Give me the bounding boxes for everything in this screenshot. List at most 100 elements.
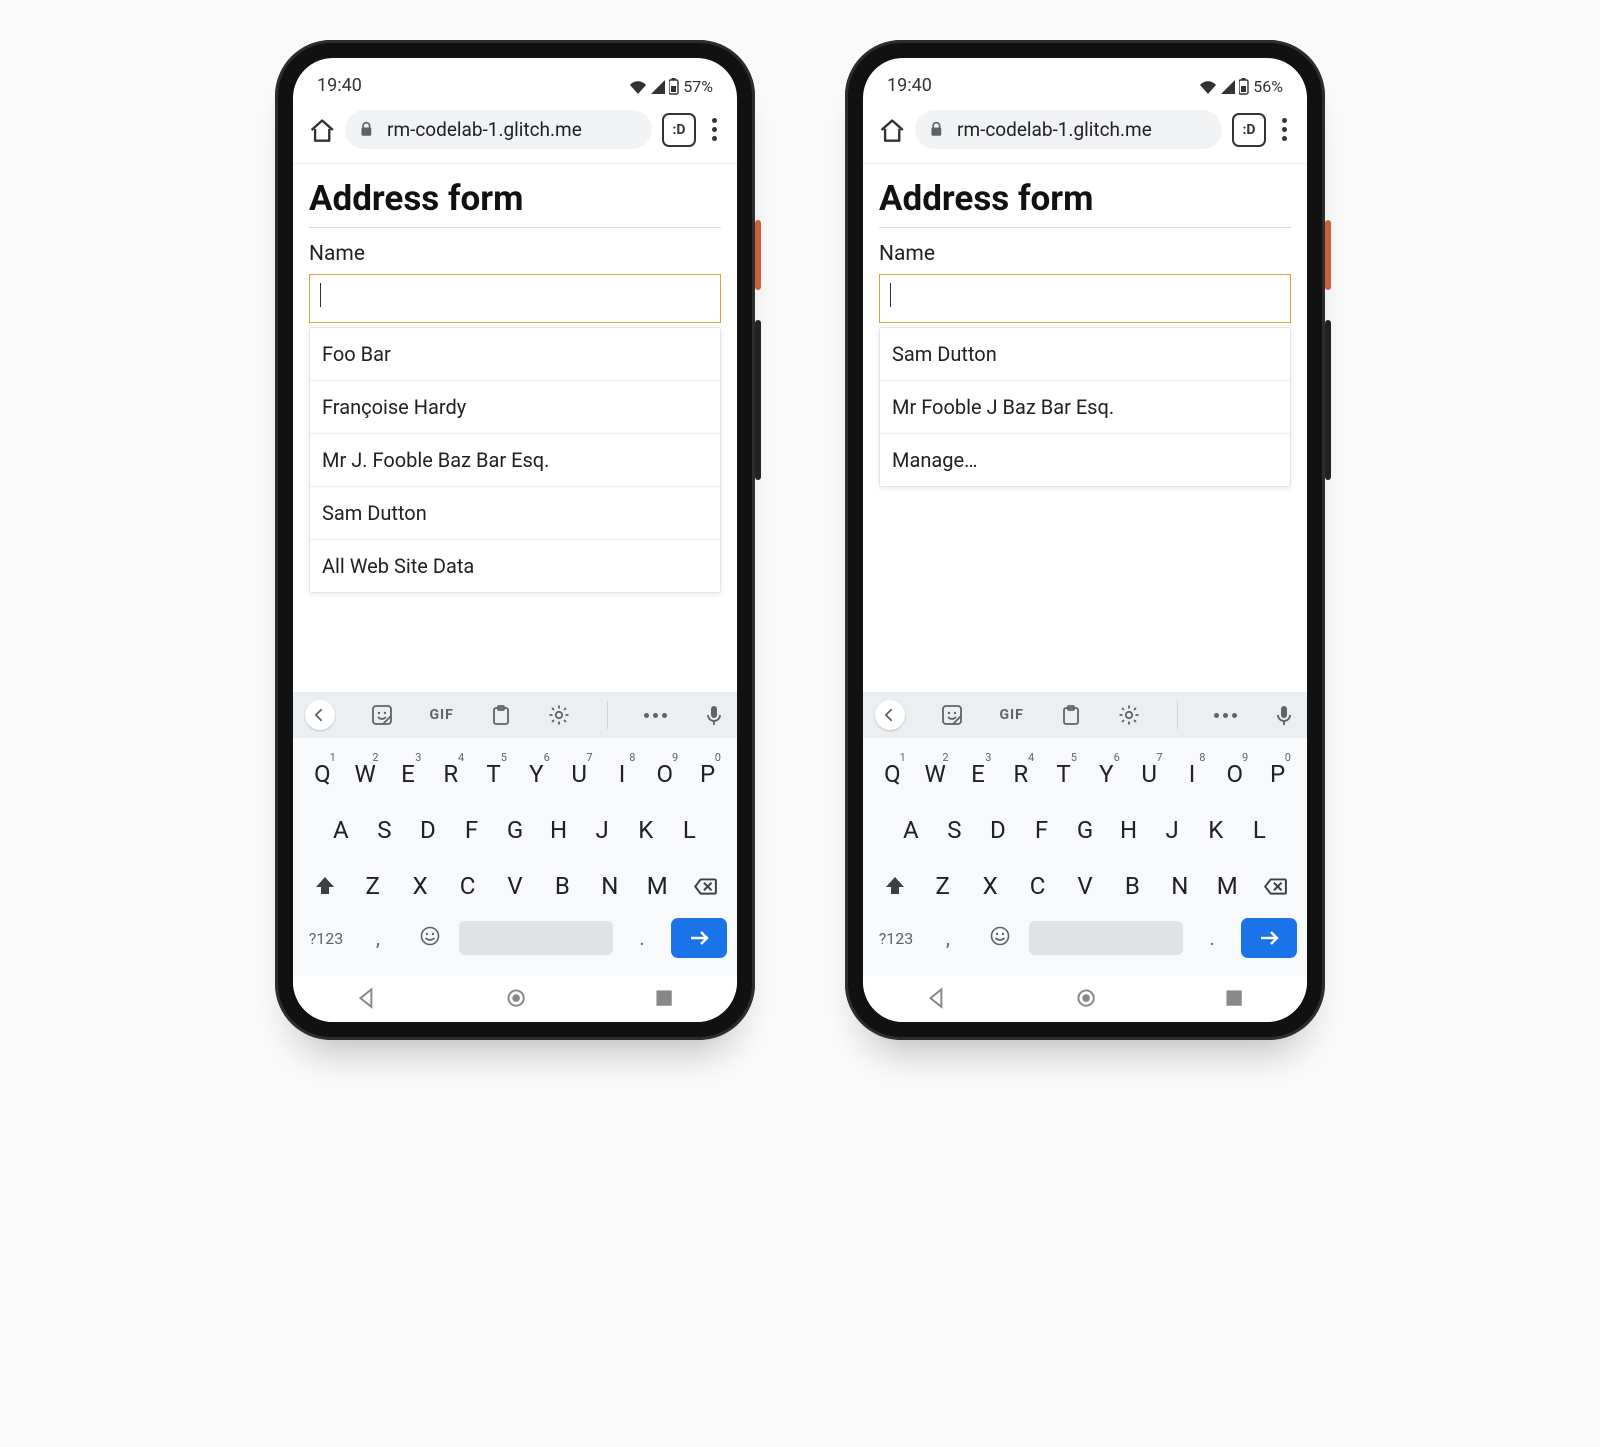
name-input[interactable] xyxy=(879,274,1291,323)
key-F[interactable]: F xyxy=(1020,808,1064,852)
key-W[interactable]: W2 xyxy=(914,752,957,796)
key-Q[interactable]: Q1 xyxy=(871,752,914,796)
key-D[interactable]: D xyxy=(406,808,450,852)
key-Y[interactable]: Y6 xyxy=(1085,752,1128,796)
key-H[interactable]: H xyxy=(1107,808,1151,852)
key-G[interactable]: G xyxy=(1063,808,1107,852)
name-input[interactable] xyxy=(309,274,721,323)
key-X[interactable]: X xyxy=(966,864,1013,908)
key-W[interactable]: W2 xyxy=(344,752,387,796)
nav-home-icon[interactable] xyxy=(503,985,527,1013)
autofill-suggestion[interactable]: Manage… xyxy=(880,433,1290,486)
autofill-suggestion[interactable]: Mr Fooble J Baz Bar Esq. xyxy=(880,380,1290,433)
key-P[interactable]: P0 xyxy=(1256,752,1299,796)
sticker-icon[interactable] xyxy=(941,704,963,726)
more-icon[interactable] xyxy=(644,713,667,718)
key-A[interactable]: A xyxy=(319,808,363,852)
shift-key[interactable] xyxy=(871,875,919,897)
kb-collapse-icon[interactable] xyxy=(305,700,335,730)
key-U[interactable]: U7 xyxy=(1128,752,1171,796)
key-S[interactable]: S xyxy=(933,808,977,852)
key-K[interactable]: K xyxy=(624,808,668,852)
period-key[interactable]: . xyxy=(1189,926,1235,950)
key-C[interactable]: C xyxy=(1014,864,1061,908)
key-Q[interactable]: Q1 xyxy=(301,752,344,796)
key-Y[interactable]: Y6 xyxy=(515,752,558,796)
key-E[interactable]: E3 xyxy=(957,752,1000,796)
emoji-key[interactable] xyxy=(407,925,453,951)
nav-recent-icon[interactable] xyxy=(651,985,675,1013)
shift-key[interactable] xyxy=(301,875,349,897)
period-key[interactable]: . xyxy=(619,926,665,950)
key-N[interactable]: N xyxy=(586,864,633,908)
key-A[interactable]: A xyxy=(889,808,933,852)
autofill-suggestion[interactable]: Foo Bar xyxy=(310,328,720,380)
autofill-suggestion[interactable]: Françoise Hardy xyxy=(310,380,720,433)
symbols-key[interactable]: ?123 xyxy=(873,929,919,948)
mic-icon[interactable] xyxy=(703,704,725,726)
reader-mode-icon[interactable]: :D xyxy=(662,113,696,147)
spacebar-key[interactable] xyxy=(1029,921,1183,955)
key-O[interactable]: O9 xyxy=(1213,752,1256,796)
address-bar[interactable]: rm-codelab-1.glitch.me xyxy=(915,110,1222,149)
key-S[interactable]: S xyxy=(363,808,407,852)
key-V[interactable]: V xyxy=(1061,864,1108,908)
comma-key[interactable]: , xyxy=(355,926,401,950)
autofill-suggestion[interactable]: All Web Site Data xyxy=(310,539,720,592)
settings-gear-icon[interactable] xyxy=(548,704,570,726)
key-O[interactable]: O9 xyxy=(643,752,686,796)
home-icon[interactable] xyxy=(877,116,905,144)
enter-key[interactable] xyxy=(671,918,727,958)
backspace-key[interactable] xyxy=(681,874,729,898)
reader-mode-icon[interactable]: :D xyxy=(1232,113,1266,147)
enter-key[interactable] xyxy=(1241,918,1297,958)
sticker-icon[interactable] xyxy=(371,704,393,726)
autofill-suggestion[interactable]: Sam Dutton xyxy=(880,328,1290,380)
spacebar-key[interactable] xyxy=(459,921,613,955)
nav-back-icon[interactable] xyxy=(355,985,379,1013)
symbols-key[interactable]: ?123 xyxy=(303,929,349,948)
address-bar[interactable]: rm-codelab-1.glitch.me xyxy=(345,110,652,149)
nav-recent-icon[interactable] xyxy=(1221,985,1245,1013)
key-M[interactable]: M xyxy=(634,864,681,908)
key-N[interactable]: N xyxy=(1156,864,1203,908)
key-K[interactable]: K xyxy=(1194,808,1238,852)
key-J[interactable]: J xyxy=(580,808,624,852)
key-I[interactable]: I8 xyxy=(1171,752,1214,796)
gif-button[interactable]: GIF xyxy=(429,707,453,723)
key-V[interactable]: V xyxy=(491,864,538,908)
autofill-suggestion[interactable]: Sam Dutton xyxy=(310,486,720,539)
key-G[interactable]: G xyxy=(493,808,537,852)
key-B[interactable]: B xyxy=(1109,864,1156,908)
key-U[interactable]: U7 xyxy=(558,752,601,796)
key-C[interactable]: C xyxy=(444,864,491,908)
key-L[interactable]: L xyxy=(668,808,712,852)
key-R[interactable]: R4 xyxy=(429,752,472,796)
emoji-key[interactable] xyxy=(977,925,1023,951)
clipboard-icon[interactable] xyxy=(490,704,512,726)
nav-back-icon[interactable] xyxy=(925,985,949,1013)
key-Z[interactable]: Z xyxy=(919,864,966,908)
key-E[interactable]: E3 xyxy=(387,752,430,796)
kb-collapse-icon[interactable] xyxy=(875,700,905,730)
mic-icon[interactable] xyxy=(1273,704,1295,726)
more-icon[interactable] xyxy=(1214,713,1237,718)
comma-key[interactable]: , xyxy=(925,926,971,950)
key-M[interactable]: M xyxy=(1204,864,1251,908)
key-H[interactable]: H xyxy=(537,808,581,852)
gif-button[interactable]: GIF xyxy=(999,707,1023,723)
menu-kebab-icon[interactable] xyxy=(1276,118,1293,141)
backspace-key[interactable] xyxy=(1251,874,1299,898)
home-icon[interactable] xyxy=(307,116,335,144)
key-X[interactable]: X xyxy=(396,864,443,908)
key-I[interactable]: I8 xyxy=(601,752,644,796)
key-D[interactable]: D xyxy=(976,808,1020,852)
key-Z[interactable]: Z xyxy=(349,864,396,908)
clipboard-icon[interactable] xyxy=(1060,704,1082,726)
key-R[interactable]: R4 xyxy=(999,752,1042,796)
key-T[interactable]: T5 xyxy=(472,752,515,796)
menu-kebab-icon[interactable] xyxy=(706,118,723,141)
settings-gear-icon[interactable] xyxy=(1118,704,1140,726)
key-T[interactable]: T5 xyxy=(1042,752,1085,796)
key-B[interactable]: B xyxy=(539,864,586,908)
